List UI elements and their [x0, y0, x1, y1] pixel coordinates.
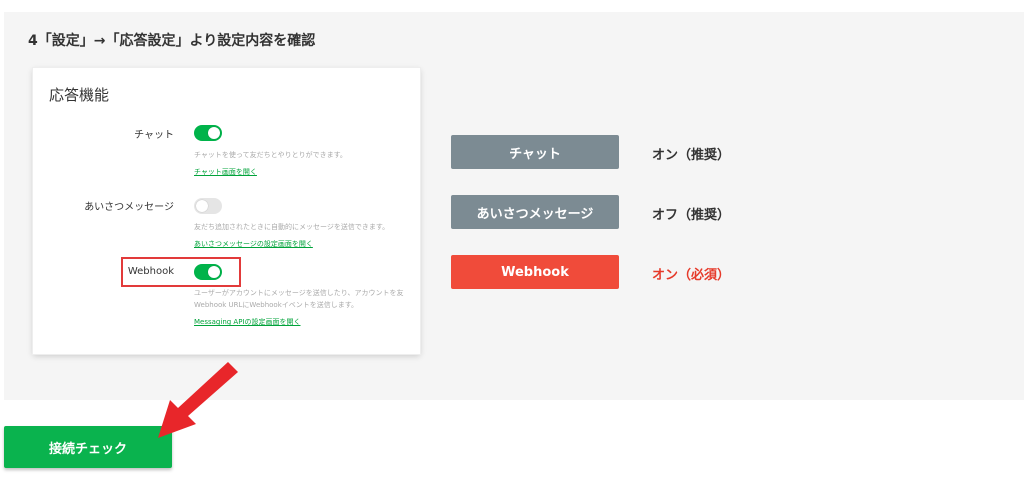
chat-link[interactable]: チャット画面を開く: [194, 167, 257, 177]
toggle-knob: [196, 200, 208, 212]
chat-description: チャットを使って友だちとやりとりができます。: [194, 151, 347, 159]
webhook-summary-status: オン（必須）: [652, 268, 731, 283]
greeting-toggle[interactable]: [194, 198, 222, 214]
chat-summary-status: オン（推奨）: [652, 148, 731, 163]
greeting-link[interactable]: あいさつメッセージの設定画面を開く: [194, 239, 313, 249]
card-title: 応答機能: [49, 86, 110, 104]
greeting-label: あいさつメッセージ: [84, 202, 174, 213]
chat-label: チャット: [134, 130, 174, 141]
chat-summary-button: チャット: [451, 135, 619, 169]
response-settings-card: 応答機能 チャット チャットを使って友だちとやりとりができます。 チャット画面を…: [33, 68, 420, 354]
chat-toggle[interactable]: [194, 125, 222, 141]
toggle-knob: [208, 127, 220, 139]
webhook-highlight-box: [121, 257, 241, 287]
webhook-description-line2: Webhook URLにWebhookイベントを送信します。: [194, 301, 359, 309]
greeting-description: 友だち追加されたときに自動的にメッセージを送信できます。: [194, 223, 390, 231]
step-heading: 4「設定」→「応答設定」より設定内容を確認: [28, 33, 316, 49]
greeting-summary-status: オフ（推奨）: [652, 208, 731, 223]
webhook-link[interactable]: Messaging APIの設定画面を開く: [194, 317, 301, 327]
greeting-summary-button: あいさつメッセージ: [451, 195, 619, 229]
webhook-description-line1: ユーザーがアカウントにメッセージを送信したり、アカウントを友: [194, 289, 404, 297]
pointer-arrow-icon: [158, 362, 238, 438]
connection-check-button[interactable]: 接続チェック: [4, 426, 172, 468]
webhook-summary-button: Webhook: [451, 255, 619, 289]
